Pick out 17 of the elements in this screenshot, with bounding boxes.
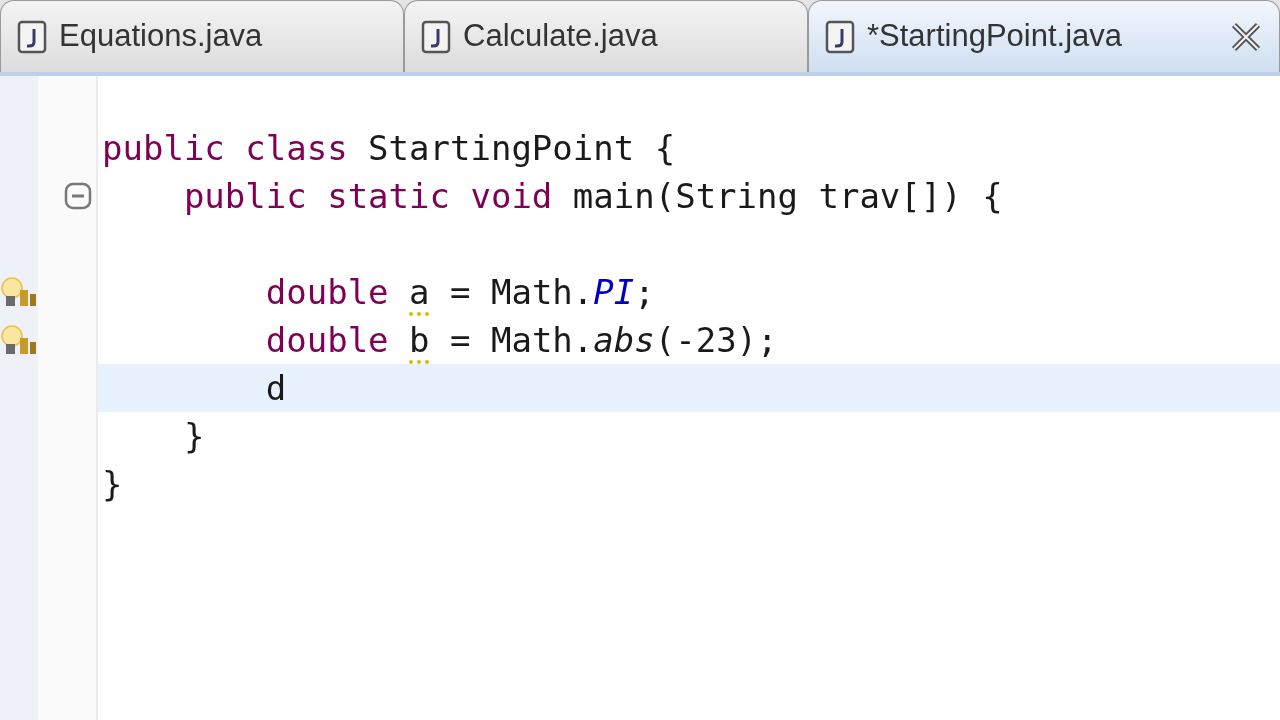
tab-label: Equations.java bbox=[59, 17, 263, 56]
java-file-icon bbox=[421, 19, 451, 54]
fold-collapse-icon[interactable] bbox=[64, 182, 92, 210]
editor-tab[interactable]: Equations.java bbox=[0, 0, 404, 72]
java-file-icon bbox=[17, 19, 47, 54]
tab-label: Calculate.java bbox=[463, 17, 658, 56]
java-file-icon bbox=[825, 19, 855, 54]
editor-tab[interactable]: Calculate.java bbox=[404, 0, 808, 72]
tab-label: *StartingPoint.java bbox=[867, 17, 1123, 56]
code-line: double b = Math.abs(-23); bbox=[264, 319, 778, 362]
editor-tab[interactable]: *StartingPoint.java bbox=[808, 0, 1280, 72]
code-line: double a = Math.PI; bbox=[264, 271, 655, 314]
code-line: } bbox=[102, 463, 123, 506]
code-line: } bbox=[182, 415, 205, 458]
code-line: public static void main(String trav[]) { bbox=[182, 175, 1003, 218]
code-line: public class StartingPoint { bbox=[102, 127, 676, 170]
code-line: d bbox=[264, 367, 287, 410]
